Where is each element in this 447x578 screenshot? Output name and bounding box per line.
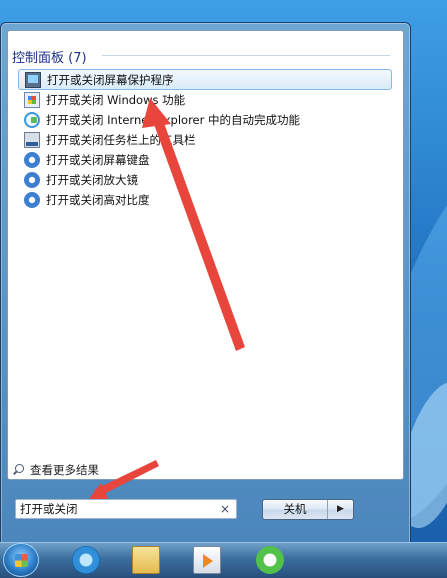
see-more-results-label: 查看更多结果 <box>30 463 99 477</box>
360-browser-icon[interactable] <box>256 546 284 574</box>
search-box[interactable]: × <box>15 499 237 519</box>
result-item-taskbar-toolbars[interactable]: 打开或关闭任务栏上的工具栏 <box>18 130 392 150</box>
result-item-ie-autocomplete[interactable]: 打开或关闭 Internet Explorer 中的自动完成功能 <box>18 110 392 130</box>
search-icon <box>12 464 24 476</box>
result-item-high-contrast[interactable]: 打开或关闭高对比度 <box>18 190 392 210</box>
results-list: 打开或关闭屏幕保护程序 打开或关闭 Windows 功能 打开或关闭 Inter… <box>18 69 392 210</box>
result-item-label: 打开或关闭屏幕键盘 <box>46 153 150 167</box>
result-item-screensaver[interactable]: 打开或关闭屏幕保护程序 <box>18 69 392 90</box>
result-item-label: 打开或关闭高对比度 <box>46 193 150 207</box>
result-item-magnifier[interactable]: 打开或关闭放大镜 <box>18 170 392 190</box>
windows-explorer-icon[interactable] <box>132 546 160 574</box>
result-item-onscreen-keyboard[interactable]: 打开或关闭屏幕键盘 <box>18 150 392 170</box>
result-item-label: 打开或关闭 Windows 功能 <box>46 93 186 107</box>
shutdown-options-arrow-icon[interactable]: ▶ <box>328 500 353 519</box>
screensaver-monitor-icon <box>25 71 41 88</box>
windows-features-icon <box>24 92 40 108</box>
shutdown-button[interactable]: 关机 <box>263 500 328 519</box>
search-input[interactable] <box>20 502 210 516</box>
result-item-label: 打开或关闭任务栏上的工具栏 <box>46 133 196 147</box>
media-player-icon[interactable] <box>193 546 221 574</box>
taskbar-icon <box>24 132 40 148</box>
ease-of-access-icon <box>24 192 40 208</box>
internet-explorer-icon[interactable] <box>72 546 100 574</box>
taskbar <box>0 542 447 578</box>
result-item-label: 打开或关闭放大镜 <box>46 173 138 187</box>
result-item-label: 打开或关闭屏幕保护程序 <box>47 72 174 87</box>
section-title: 控制面板 (7) <box>12 51 87 66</box>
result-item-windows-features[interactable]: 打开或关闭 Windows 功能 <box>18 90 392 110</box>
result-item-label: 打开或关闭 Internet Explorer 中的自动完成功能 <box>46 113 301 127</box>
ease-of-access-icon <box>24 172 40 188</box>
see-more-results-link[interactable]: 查看更多结果 <box>12 462 99 478</box>
start-orb-icon[interactable] <box>3 543 39 577</box>
internet-explorer-icon <box>24 112 40 128</box>
ease-of-access-icon <box>24 152 40 168</box>
clear-search-icon[interactable]: × <box>220 502 230 516</box>
section-divider <box>102 55 390 56</box>
shutdown-button-group: 关机 ▶ <box>262 499 354 520</box>
